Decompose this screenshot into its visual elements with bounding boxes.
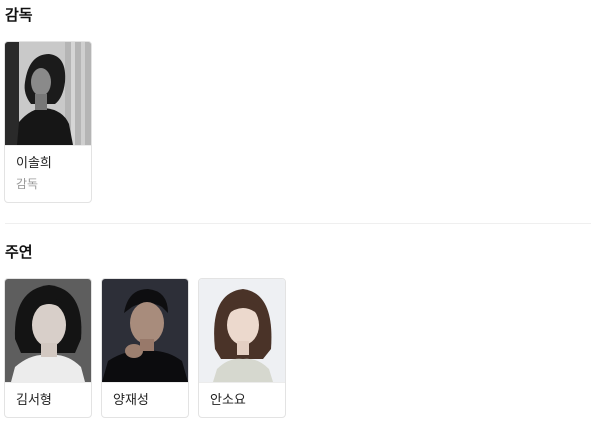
cast-photo[interactable] <box>102 279 188 383</box>
person-card-cast[interactable]: 양재성 <box>101 278 189 418</box>
person-card-cast[interactable]: 안소요 <box>198 278 286 418</box>
director-portrait-image <box>5 42 91 145</box>
director-section-title: 감독 <box>5 6 33 24</box>
section-divider <box>5 223 591 224</box>
cast-portrait-image-1 <box>5 279 91 382</box>
cast-name-1[interactable]: 김서형 <box>16 393 91 409</box>
cast-name-2[interactable]: 양재성 <box>113 393 188 409</box>
cast-portrait-image-3 <box>199 279 285 382</box>
director-name[interactable]: 이솔희 <box>16 156 91 172</box>
person-card-cast[interactable]: 김서형 <box>4 278 92 418</box>
cast-card-list: 김서형 양재성 안소요 <box>4 278 286 418</box>
cast-photo[interactable] <box>199 279 285 383</box>
cast-name-3[interactable]: 안소요 <box>210 393 285 409</box>
cast-photo[interactable] <box>5 279 91 383</box>
director-card-list: 이솔희 감독 <box>4 41 92 203</box>
director-photo[interactable] <box>5 42 91 146</box>
person-card-director[interactable]: 이솔희 감독 <box>4 41 92 203</box>
cast-section-title: 주연 <box>5 243 33 261</box>
director-role: 감독 <box>16 177 39 191</box>
cast-portrait-image-2 <box>102 279 188 382</box>
